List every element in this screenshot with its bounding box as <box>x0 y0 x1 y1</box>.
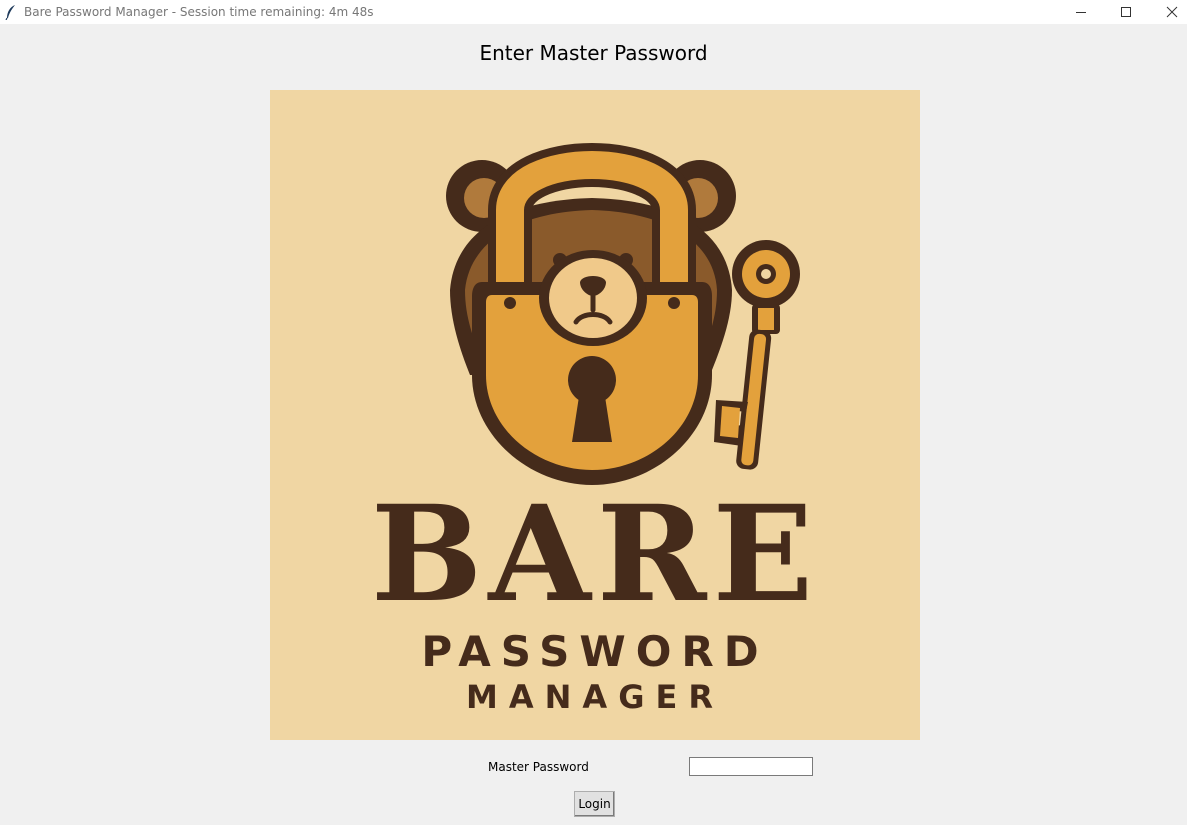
master-password-field[interactable] <box>689 757 813 776</box>
minimize-button[interactable] <box>1058 0 1104 24</box>
feather-icon <box>5 4 17 21</box>
login-button[interactable]: Login <box>574 791 615 817</box>
logo-subtitle-2: MANAGER <box>466 678 724 716</box>
close-button[interactable] <box>1149 0 1187 24</box>
title-bar[interactable]: Bare Password Manager - Session time rem… <box>0 0 1187 24</box>
app-logo: BARE PASSWORD MANAGER <box>270 90 920 740</box>
logo-title: BARE <box>370 477 820 632</box>
close-icon <box>1166 6 1178 18</box>
app-window: Bare Password Manager - Session time rem… <box>0 0 1187 825</box>
window-title: Bare Password Manager - Session time rem… <box>24 5 374 19</box>
maximize-icon <box>1121 7 1131 17</box>
page-title: Enter Master Password <box>479 41 708 65</box>
bear-snout <box>539 250 647 346</box>
logo-subtitle: PASSWORD <box>421 627 769 676</box>
minimize-icon <box>1076 12 1086 13</box>
maximize-button[interactable] <box>1103 0 1149 24</box>
master-password-label: Master Password <box>488 760 589 774</box>
